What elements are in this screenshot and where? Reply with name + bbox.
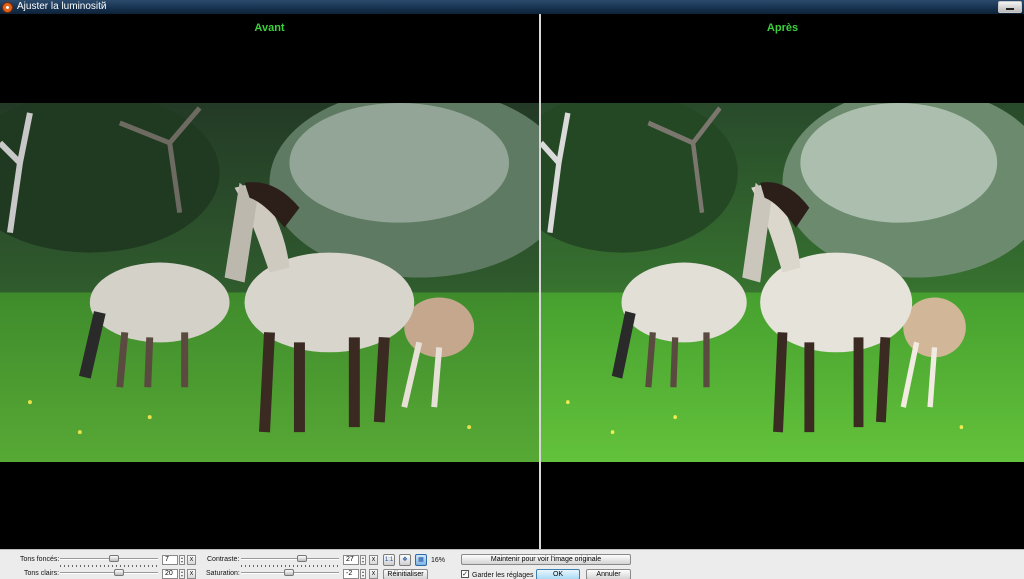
shadows-spinner[interactable] xyxy=(179,555,185,565)
after-photo xyxy=(541,103,1024,462)
cancel-button[interactable]: Annuler xyxy=(586,569,631,579)
zoom-split-icon[interactable]: ▦ xyxy=(415,554,427,566)
hold-original-button[interactable]: Maintenir pour voir l'image originale xyxy=(461,554,631,565)
saturation-slider-thumb[interactable] xyxy=(284,569,295,576)
contrast-slider-thumb[interactable] xyxy=(296,555,307,562)
contrast-label: Contraste: xyxy=(207,556,240,563)
shadows-label: Tons foncés: xyxy=(20,556,60,563)
highlights-value[interactable]: 20 xyxy=(162,569,178,579)
saturation-reset-button[interactable]: x xyxy=(369,569,378,579)
ok-button[interactable]: OK xyxy=(536,569,580,579)
saturation-slider[interactable] xyxy=(241,569,339,578)
after-label: Après xyxy=(766,22,799,34)
title-bar: Ajuster la luminositй xyxy=(0,0,1024,14)
highlights-spinner[interactable] xyxy=(179,569,185,579)
reset-button[interactable]: Réinitialiser xyxy=(383,569,428,579)
app-icon xyxy=(2,2,13,13)
before-label: Avant xyxy=(254,22,285,34)
contrast-value[interactable]: 27 xyxy=(343,555,359,565)
saturation-value[interactable]: -2 xyxy=(343,569,359,579)
shadows-value[interactable]: 7 xyxy=(162,555,178,565)
before-photo xyxy=(0,103,539,462)
keep-settings-checkbox[interactable]: ✓ xyxy=(461,570,469,578)
highlights-slider-thumb[interactable] xyxy=(113,569,124,576)
shadows-reset-button[interactable]: x xyxy=(187,555,196,565)
minimize-button[interactable] xyxy=(998,1,1022,13)
shadows-slider-thumb[interactable] xyxy=(108,555,119,562)
highlights-label: Tons clairs: xyxy=(24,570,60,577)
zoom-percent: 16% xyxy=(431,557,446,564)
zoom-actual-size-button[interactable]: 1:1 xyxy=(383,554,395,566)
shadows-slider[interactable] xyxy=(60,555,158,567)
highlights-reset-button[interactable]: x xyxy=(187,569,196,579)
contrast-slider[interactable] xyxy=(241,555,339,567)
contrast-reset-button[interactable]: x xyxy=(369,555,378,565)
contrast-spinner[interactable] xyxy=(360,555,366,565)
preview-after-pane: Après xyxy=(541,14,1024,549)
keep-settings-label: Garder les réglages xyxy=(472,572,534,579)
adjustment-controls: Tons foncés: 7 x Tons clairs: 20 x Contr… xyxy=(0,549,1024,579)
saturation-spinner[interactable] xyxy=(360,569,366,579)
window-title: Ajuster la luminositй xyxy=(17,1,107,12)
zoom-fit-icon[interactable]: ❖ xyxy=(399,554,411,566)
saturation-label: Saturation: xyxy=(206,570,240,577)
highlights-slider[interactable] xyxy=(60,569,158,578)
preview-before-pane: Avant xyxy=(0,14,539,549)
